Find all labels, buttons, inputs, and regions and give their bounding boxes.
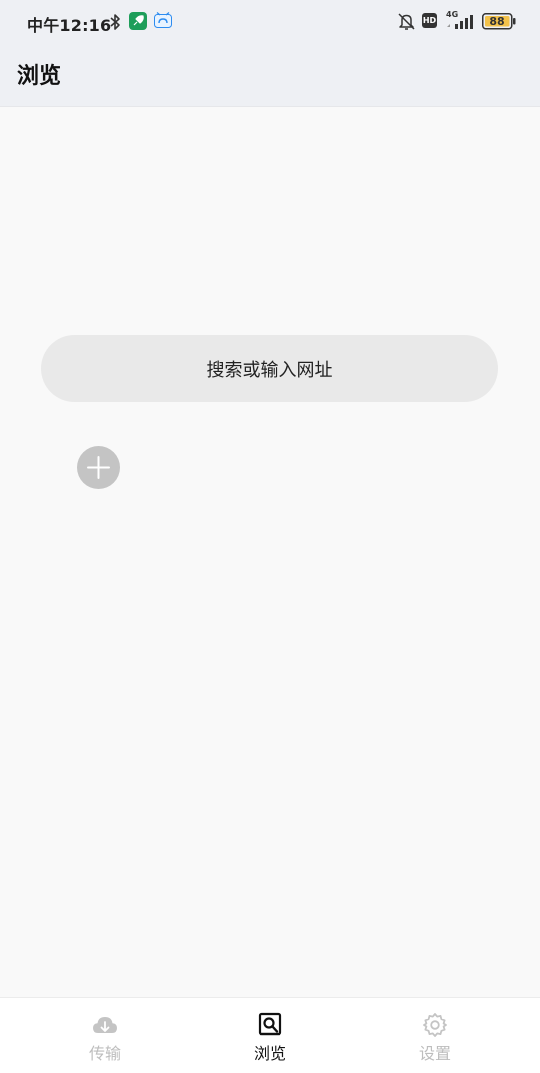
nav-item-transfer[interactable]: 传输 (45, 998, 165, 1073)
bottom-navigation: 传输 浏览 设置 (0, 997, 540, 1073)
add-shortcut-button[interactable] (77, 446, 120, 489)
cloud-app-icon (154, 12, 172, 34)
status-bar: 中午12:16 HD 4G 88 (0, 0, 540, 44)
nav-label-settings: 设置 (418, 1044, 451, 1063)
plus-icon (87, 456, 110, 479)
battery-icon: 88 (482, 13, 516, 34)
bluetooth-icon (108, 13, 122, 35)
browse-search-icon (258, 1012, 282, 1036)
bell-off-icon (397, 12, 416, 35)
rocket-app-icon (129, 12, 147, 34)
page-title: 浏览 (17, 64, 62, 89)
nav-item-browse[interactable]: 浏览 (210, 998, 330, 1073)
cloud-download-icon (93, 1017, 117, 1033)
search-placeholder: 搜索或输入网址 (206, 359, 333, 381)
hd-icon: HD (422, 13, 437, 28)
nav-label-browse: 浏览 (253, 1044, 286, 1063)
battery-level: 88 (489, 15, 505, 28)
app-bar: 浏览 (0, 44, 540, 107)
status-time: 中午12:16 (27, 16, 112, 35)
search-input[interactable]: 搜索或输入网址 (41, 335, 498, 402)
nav-item-settings[interactable]: 设置 (375, 998, 495, 1073)
gear-icon (423, 1013, 447, 1037)
nav-label-transfer: 传输 (88, 1044, 121, 1063)
signal-icon (446, 13, 474, 34)
